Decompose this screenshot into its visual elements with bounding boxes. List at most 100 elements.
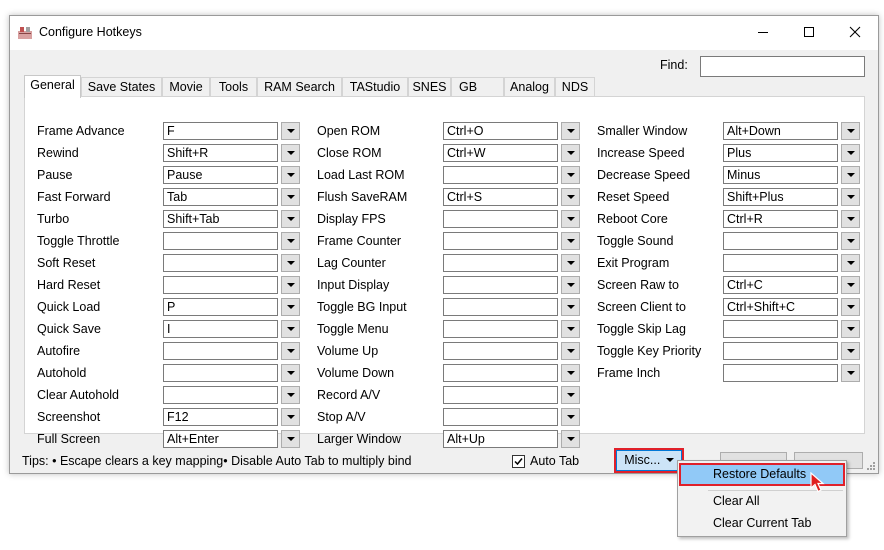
hotkey-input[interactable]: P	[163, 298, 278, 316]
tab-movie[interactable]: Movie	[162, 77, 210, 96]
hotkey-dropdown-button[interactable]	[281, 144, 300, 162]
hotkey-input[interactable]	[723, 232, 838, 250]
hotkey-input[interactable]: Ctrl+R	[723, 210, 838, 228]
hotkey-dropdown-button[interactable]	[841, 298, 860, 316]
hotkey-input[interactable]	[443, 298, 558, 316]
title-bar[interactable]: Configure Hotkeys	[10, 16, 878, 50]
hotkey-input[interactable]	[723, 342, 838, 360]
hotkey-dropdown-button[interactable]	[841, 166, 860, 184]
hotkey-dropdown-button[interactable]	[561, 430, 580, 448]
hotkey-dropdown-button[interactable]	[841, 342, 860, 360]
hotkey-input[interactable]: Ctrl+O	[443, 122, 558, 140]
hotkey-input[interactable]	[443, 320, 558, 338]
hotkey-input[interactable]	[723, 254, 838, 272]
find-input[interactable]	[700, 56, 865, 77]
hotkey-dropdown-button[interactable]	[841, 210, 860, 228]
hotkey-dropdown-button[interactable]	[841, 144, 860, 162]
hotkey-input[interactable]	[163, 342, 278, 360]
hotkey-input[interactable]	[443, 232, 558, 250]
tab-nds[interactable]: NDS	[555, 77, 595, 96]
hotkey-dropdown-button[interactable]	[281, 210, 300, 228]
tab-general[interactable]: General	[24, 75, 81, 98]
hotkey-dropdown-button[interactable]	[281, 298, 300, 316]
tab-gb[interactable]: GB	[451, 77, 504, 96]
hotkey-input[interactable]	[723, 364, 838, 382]
hotkey-dropdown-button[interactable]	[841, 122, 860, 140]
tab-tastudio[interactable]: TAStudio	[342, 77, 408, 96]
hotkey-input[interactable]: Alt+Enter	[163, 430, 278, 448]
hotkey-input[interactable]: F	[163, 122, 278, 140]
menu-item-clear-all[interactable]: Clear All	[680, 491, 844, 512]
minimize-button[interactable]	[740, 16, 786, 48]
hotkey-dropdown-button[interactable]	[281, 408, 300, 426]
hotkey-input[interactable]	[723, 320, 838, 338]
hotkey-dropdown-button[interactable]	[281, 166, 300, 184]
hotkey-input[interactable]	[443, 342, 558, 360]
hotkey-input[interactable]	[163, 232, 278, 250]
hotkey-dropdown-button[interactable]	[561, 298, 580, 316]
hotkey-dropdown-button[interactable]	[281, 320, 300, 338]
hotkey-input[interactable]	[443, 408, 558, 426]
hotkey-dropdown-button[interactable]	[561, 408, 580, 426]
hotkey-input[interactable]: I	[163, 320, 278, 338]
hotkey-dropdown-button[interactable]	[281, 364, 300, 382]
maximize-button[interactable]	[786, 16, 832, 48]
hotkey-input[interactable]: Ctrl+Shift+C	[723, 298, 838, 316]
hotkey-dropdown-button[interactable]	[281, 276, 300, 294]
hotkey-input[interactable]	[443, 386, 558, 404]
tab-snes[interactable]: SNES	[408, 77, 451, 96]
hotkey-dropdown-button[interactable]	[281, 254, 300, 272]
hotkey-dropdown-button[interactable]	[561, 342, 580, 360]
hotkey-input[interactable]: Pause	[163, 166, 278, 184]
hotkey-input[interactable]: Ctrl+S	[443, 188, 558, 206]
tab-save-states[interactable]: Save States	[81, 77, 162, 96]
hotkey-dropdown-button[interactable]	[561, 364, 580, 382]
hotkey-dropdown-button[interactable]	[841, 232, 860, 250]
hotkey-dropdown-button[interactable]	[281, 430, 300, 448]
hotkey-input[interactable]: Shift+R	[163, 144, 278, 162]
tab-tools[interactable]: Tools	[210, 77, 257, 96]
hotkey-input[interactable]: Ctrl+C	[723, 276, 838, 294]
hotkey-input[interactable]	[443, 166, 558, 184]
hotkey-input[interactable]	[163, 386, 278, 404]
hotkey-input[interactable]: Shift+Plus	[723, 188, 838, 206]
hotkey-input[interactable]	[163, 254, 278, 272]
hotkey-input[interactable]: Shift+Tab	[163, 210, 278, 228]
hotkey-input[interactable]: Ctrl+W	[443, 144, 558, 162]
tab-ram-search[interactable]: RAM Search	[257, 77, 342, 96]
hotkey-dropdown-button[interactable]	[561, 276, 580, 294]
hotkey-input[interactable]	[443, 210, 558, 228]
hotkey-input[interactable]	[163, 364, 278, 382]
hotkey-dropdown-button[interactable]	[841, 276, 860, 294]
hotkey-input[interactable]	[163, 276, 278, 294]
hotkey-input[interactable]: Tab	[163, 188, 278, 206]
hotkey-dropdown-button[interactable]	[561, 320, 580, 338]
resize-grip-icon[interactable]	[866, 461, 876, 471]
hotkey-dropdown-button[interactable]	[281, 342, 300, 360]
hotkey-dropdown-button[interactable]	[841, 364, 860, 382]
hotkey-dropdown-button[interactable]	[281, 232, 300, 250]
hotkey-dropdown-button[interactable]	[561, 232, 580, 250]
misc-dropdown-button[interactable]: Misc...	[614, 448, 684, 473]
close-button[interactable]	[832, 16, 878, 48]
hotkey-dropdown-button[interactable]	[561, 210, 580, 228]
hotkey-input[interactable]: Plus	[723, 144, 838, 162]
tab-analog[interactable]: Analog	[504, 77, 555, 96]
hotkey-dropdown-button[interactable]	[281, 122, 300, 140]
hotkey-input[interactable]: Alt+Up	[443, 430, 558, 448]
hotkey-input[interactable]: Alt+Down	[723, 122, 838, 140]
hotkey-dropdown-button[interactable]	[561, 122, 580, 140]
menu-item-clear-current-tab[interactable]: Clear Current Tab	[680, 513, 844, 534]
hotkey-dropdown-button[interactable]	[561, 188, 580, 206]
hotkey-dropdown-button[interactable]	[561, 386, 580, 404]
auto-tab-checkbox[interactable]	[512, 455, 525, 468]
hotkey-dropdown-button[interactable]	[281, 386, 300, 404]
hotkey-dropdown-button[interactable]	[561, 254, 580, 272]
hotkey-dropdown-button[interactable]	[561, 144, 580, 162]
hotkey-dropdown-button[interactable]	[841, 188, 860, 206]
hotkey-dropdown-button[interactable]	[561, 166, 580, 184]
hotkey-input[interactable]	[443, 254, 558, 272]
hotkey-input[interactable]	[443, 364, 558, 382]
hotkey-input[interactable]: F12	[163, 408, 278, 426]
hotkey-dropdown-button[interactable]	[841, 320, 860, 338]
